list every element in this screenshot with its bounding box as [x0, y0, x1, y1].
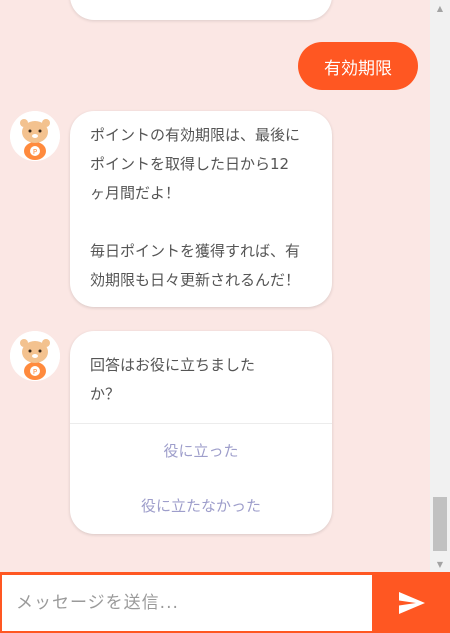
composer-bar — [0, 572, 450, 633]
previous-bot-bubble — [70, 0, 332, 20]
user-message-bubble: 有効期限 — [298, 42, 418, 90]
chat-window: 有効期限 P ポイントの有効期限は、最後に ポイントを取得した日から12 ヶ月間… — [0, 0, 450, 633]
scroll-down-arrow-icon[interactable]: ▼ — [430, 556, 450, 572]
bot-answer-bubble: ポイントの有効期限は、最後に ポイントを取得した日から12 ヶ月間だよ！ 毎日ポ… — [70, 111, 332, 307]
hamster-mascot-icon: P — [10, 331, 60, 381]
scroll-up-arrow-icon[interactable]: ▲ — [430, 0, 450, 16]
bot-avatar: P — [10, 331, 60, 381]
bot-avatar: P — [10, 111, 60, 161]
survey-bubble: 回答はお役に立ちました か？ 役に立った 役に立たなかった — [70, 331, 332, 534]
survey-question: 回答はお役に立ちました か？ — [90, 356, 256, 403]
send-button[interactable] — [374, 572, 450, 633]
helpful-button[interactable]: 役に立った — [70, 424, 332, 479]
user-message-text: 有効期限 — [324, 58, 392, 79]
svg-text:P: P — [33, 368, 37, 376]
not-helpful-button[interactable]: 役に立たなかった — [70, 479, 332, 534]
send-arrow-icon — [399, 591, 425, 614]
scrollbar[interactable]: ▲ ▼ — [430, 0, 450, 572]
scrollbar-thumb[interactable] — [433, 497, 447, 551]
svg-text:P: P — [33, 148, 37, 156]
bot-answer-text: ポイントの有効期限は、最後に ポイントを取得した日から12 ヶ月間だよ！ 毎日ポ… — [90, 126, 301, 289]
hamster-mascot-icon: P — [10, 111, 60, 161]
message-list: 有効期限 P ポイントの有効期限は、最後に ポイントを取得した日から12 ヶ月間… — [0, 0, 430, 572]
message-input[interactable] — [2, 575, 372, 631]
